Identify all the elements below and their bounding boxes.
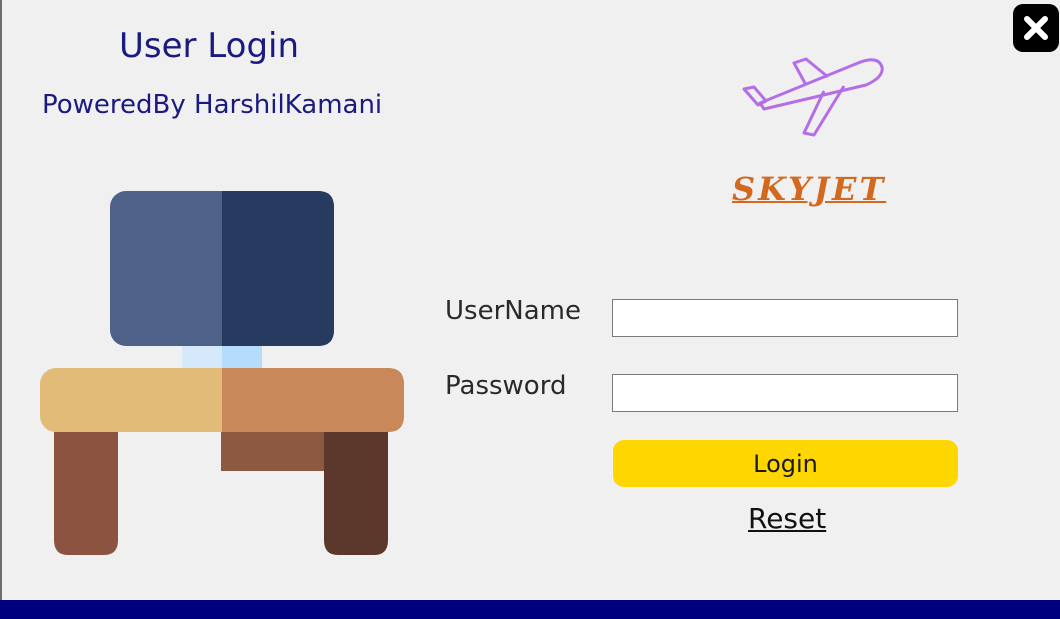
password-label: Password	[445, 371, 567, 401]
username-label: UserName	[445, 296, 581, 326]
login-button[interactable]: Login	[613, 440, 958, 487]
brand-name: SKYJET	[732, 170, 887, 208]
footer-bar	[0, 600, 1060, 619]
password-input[interactable]	[612, 374, 958, 412]
airplane-icon	[740, 55, 890, 143]
close-icon	[1024, 16, 1048, 40]
username-input[interactable]	[612, 299, 958, 337]
window-left-border	[0, 0, 2, 600]
reset-link[interactable]: Reset	[748, 502, 826, 535]
powered-by-subtitle: PoweredBy HarshilKamani	[42, 90, 383, 120]
page-title: User Login	[119, 26, 300, 66]
close-button[interactable]	[1013, 4, 1059, 52]
computer-desk-icon	[38, 190, 408, 564]
